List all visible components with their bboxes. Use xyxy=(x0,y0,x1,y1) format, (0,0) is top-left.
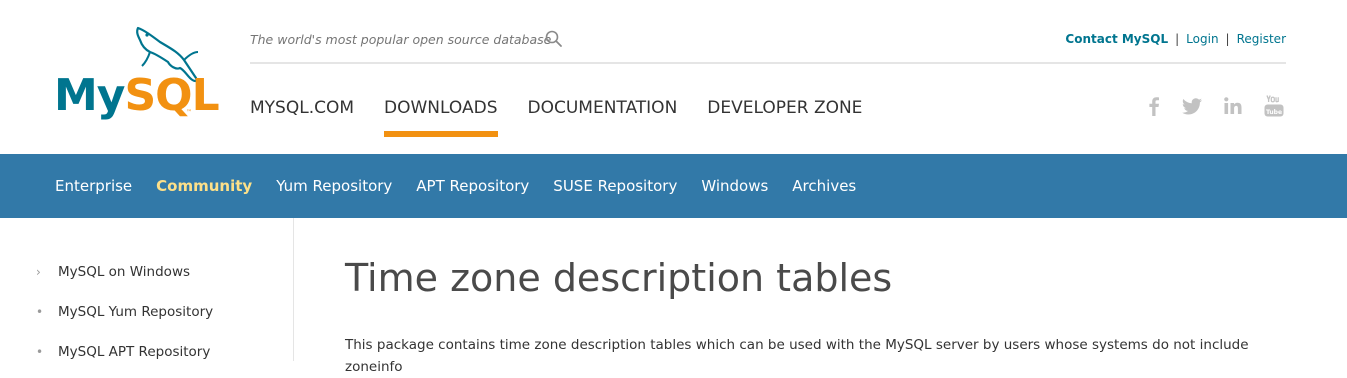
contact-mysql-link[interactable]: Contact MySQL xyxy=(1065,32,1168,46)
mysql-logo[interactable]: MySQL ™ xyxy=(52,22,220,132)
register-link[interactable]: Register xyxy=(1237,32,1286,46)
nav-developer-zone[interactable]: DEVELOPER ZONE xyxy=(707,96,862,138)
sidebar-item-mysql-yum-repository[interactable]: • MySQL Yum Repository xyxy=(36,304,213,320)
subnav-community[interactable]: Community xyxy=(156,177,252,195)
svg-text:Tube: Tube xyxy=(1266,109,1282,116)
sidebar-item-mysql-on-windows[interactable]: › MySQL on Windows xyxy=(36,264,190,280)
sidebar-item-label: MySQL APT Repository xyxy=(58,344,211,360)
page-title: Time zone description tables xyxy=(345,256,893,300)
twitter-icon[interactable] xyxy=(1180,94,1204,118)
header-divider xyxy=(250,62,1286,64)
search-icon[interactable] xyxy=(544,29,564,49)
sidebar-item-mysql-apt-repository[interactable]: • MySQL APT Repository xyxy=(36,344,210,360)
main-nav: MYSQL.COM DOWNLOADS DOCUMENTATION DEVELO… xyxy=(250,96,892,138)
subnav-yum-repository[interactable]: Yum Repository xyxy=(276,177,392,195)
sidebar: › MySQL on Windows • MySQL Yum Repository … xyxy=(0,218,294,361)
subnav-apt-repository[interactable]: APT Repository xyxy=(416,177,529,195)
subnav-windows[interactable]: Windows xyxy=(701,177,768,195)
trademark: ™ xyxy=(186,109,192,116)
sub-nav: Enterprise Community Yum Repository APT … xyxy=(0,154,1347,218)
youtube-icon[interactable]: Tube xyxy=(1262,94,1286,118)
subnav-archives[interactable]: Archives xyxy=(792,177,856,195)
tagline: The world's most popular open source dat… xyxy=(250,32,552,47)
utility-links: Contact MySQL | Login | Register xyxy=(1065,32,1286,46)
nav-documentation[interactable]: DOCUMENTATION xyxy=(528,96,678,138)
separator: | xyxy=(1225,32,1230,46)
separator: | xyxy=(1175,32,1180,46)
sub-nav-items: Enterprise Community Yum Repository APT … xyxy=(55,154,880,218)
subnav-suse-repository[interactable]: SUSE Repository xyxy=(553,177,677,195)
chevron-right-icon: › xyxy=(36,265,41,279)
logo-wordmark: MySQL xyxy=(54,74,220,118)
sidebar-item-label: MySQL Yum Repository xyxy=(58,304,214,320)
main-content: Time zone description tables This packag… xyxy=(295,218,1347,375)
site-header: MySQL ™ The world's most popular open so… xyxy=(0,0,1347,154)
nav-mysql-com[interactable]: MYSQL.COM xyxy=(250,96,354,138)
subnav-enterprise[interactable]: Enterprise xyxy=(55,177,132,195)
page-description: This package contains time zone descript… xyxy=(345,337,1249,375)
sidebar-item-label: MySQL on Windows xyxy=(58,264,191,280)
login-link[interactable]: Login xyxy=(1186,32,1218,46)
logo-sql: SQL xyxy=(124,70,219,121)
linkedin-icon[interactable] xyxy=(1221,94,1245,118)
nav-downloads[interactable]: DOWNLOADS xyxy=(384,96,498,138)
bullet-icon: • xyxy=(36,345,44,359)
bullet-icon: • xyxy=(36,305,44,319)
logo-my: My xyxy=(54,70,125,121)
facebook-icon[interactable] xyxy=(1142,94,1166,118)
